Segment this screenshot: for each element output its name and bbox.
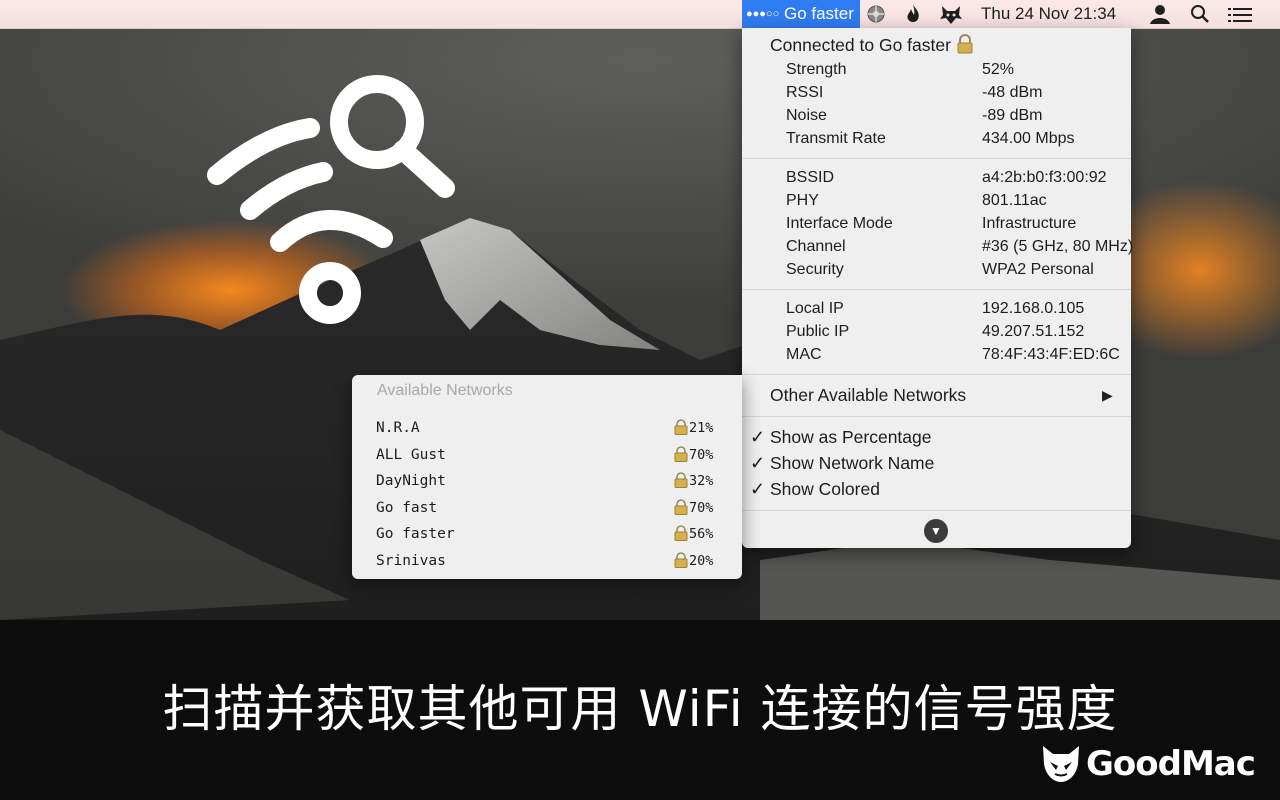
- separator: [742, 510, 1131, 511]
- info-value: -89 dBm: [982, 107, 1043, 124]
- lock-icon: [674, 525, 688, 541]
- info-label: Channel: [786, 238, 846, 255]
- network-strength: 70%: [674, 444, 713, 466]
- info-row-strength: Strength 52%: [786, 59, 1014, 81]
- option-label: Show Colored: [770, 479, 880, 499]
- info-value: WPA2 Personal: [982, 261, 1094, 278]
- info-row-noise: Noise -89 dBm: [786, 105, 1042, 127]
- lock-icon: [674, 472, 688, 488]
- info-value: 52%: [982, 61, 1015, 78]
- checkmark-icon: ✓: [750, 453, 766, 473]
- info-label: Strength: [786, 61, 847, 78]
- checkmark-icon: ✓: [750, 427, 766, 447]
- menu-bar: ●●●○○ Go faster Thu 24 Nov 21:34: [0, 0, 1280, 29]
- option-show-colored[interactable]: ✓ Show Colored: [750, 478, 880, 500]
- option-label: Show Network Name: [770, 453, 935, 473]
- info-label: Public IP: [786, 323, 850, 340]
- info-value: a4:2b:b0:f3:00:92: [982, 169, 1107, 186]
- separator: [742, 289, 1131, 290]
- submenu-title: Available Networks: [377, 382, 513, 399]
- network-strength: 56%: [674, 523, 713, 545]
- network-strength: 21%: [674, 417, 713, 439]
- signal-dots: ●●●○○: [746, 8, 780, 20]
- lock-icon: [957, 34, 973, 54]
- strength-value: 70%: [689, 447, 714, 463]
- info-value: 192.168.0.105: [982, 300, 1085, 317]
- separator: [742, 416, 1131, 417]
- strength-value: 21%: [689, 420, 714, 436]
- info-row-mac: MAC 78:4F:43:4F:ED:6C: [786, 344, 1120, 366]
- checkmark-icon: ✓: [750, 479, 766, 499]
- info-row-public-ip: Public IP 49.207.51.152: [786, 321, 1084, 343]
- info-row-bssid: BSSID a4:2b:b0:f3:00:92: [786, 167, 1107, 189]
- wifi-search-app-icon: [207, 75, 455, 324]
- lock-icon: [674, 419, 688, 435]
- connected-header: Connected to Go faster: [770, 34, 975, 56]
- user-icon[interactable]: [1150, 4, 1170, 24]
- strength-value: 32%: [689, 473, 714, 489]
- wifi-dropdown-menu: Connected to Go faster Strength 52% RSSI -…: [742, 28, 1133, 548]
- wifi-status-menu[interactable]: ●●●○○ Go faster: [742, 0, 860, 28]
- info-row-interface-mode: Interface Mode Infrastructure: [786, 213, 1076, 235]
- wheel-icon[interactable]: [866, 4, 886, 24]
- brand-name: GoodMac: [1086, 744, 1256, 784]
- option-show-network-name[interactable]: ✓ Show Network Name: [750, 452, 934, 474]
- info-label: Interface Mode: [786, 215, 893, 232]
- network-name[interactable]: DayNight: [376, 470, 446, 492]
- cat-icon[interactable]: [940, 3, 962, 25]
- network-name[interactable]: Go faster: [376, 523, 455, 545]
- expand-chevron-down-icon[interactable]: ▼: [924, 519, 948, 543]
- info-row-security: Security WPA2 Personal: [786, 259, 1094, 281]
- info-label: MAC: [786, 346, 822, 363]
- info-value: 49.207.51.152: [982, 323, 1085, 340]
- option-label: Show as Percentage: [770, 427, 932, 447]
- info-value: -48 dBm: [982, 84, 1043, 101]
- strength-value: 56%: [689, 526, 714, 542]
- info-value: 78:4F:43:4F:ED:6C: [982, 346, 1120, 363]
- info-label: RSSI: [786, 84, 824, 101]
- info-value: Infrastructure: [982, 215, 1077, 232]
- info-value: 434.00 Mbps: [982, 130, 1075, 147]
- strength-value: 20%: [689, 553, 714, 569]
- option-show-as-percentage[interactable]: ✓ Show as Percentage: [750, 426, 932, 448]
- promo-caption: 扫描并获取其他可用 WiFi 连接的信号强度: [162, 680, 1118, 738]
- info-label: Transmit Rate: [786, 130, 886, 147]
- info-value: #36 (5 GHz, 80 MHz): [982, 238, 1134, 255]
- network-strength: 20%: [674, 550, 713, 572]
- strength-value: 70%: [689, 500, 714, 516]
- other-available-networks-item[interactable]: Other Available Networks: [770, 384, 966, 406]
- search-icon[interactable]: [1190, 4, 1210, 24]
- network-name[interactable]: Srinivas: [376, 550, 446, 572]
- network-name[interactable]: N.R.A: [376, 417, 420, 439]
- info-label: BSSID: [786, 169, 835, 186]
- info-row-rssi: RSSI -48 dBm: [786, 82, 1042, 104]
- info-label: Security: [786, 261, 844, 278]
- submenu-arrow-icon: ▶: [1102, 387, 1113, 403]
- lock-icon: [674, 552, 688, 568]
- network-strength: 32%: [674, 470, 713, 492]
- info-label: PHY: [786, 192, 819, 209]
- network-name[interactable]: Go fast: [376, 497, 437, 519]
- network-name[interactable]: ALL Gust: [376, 444, 446, 466]
- list-icon[interactable]: [1228, 5, 1252, 23]
- flame-icon[interactable]: [904, 4, 922, 24]
- info-label: Local IP: [786, 300, 844, 317]
- info-row-local-ip: Local IP 192.168.0.105: [786, 298, 1084, 320]
- goodmac-logo-icon: [1043, 746, 1079, 782]
- separator: [742, 158, 1131, 159]
- clock-datetime[interactable]: Thu 24 Nov 21:34: [981, 0, 1116, 28]
- info-row-phy: PHY 801.11ac: [786, 190, 1047, 212]
- connected-label: Connected to Go faster: [770, 35, 951, 55]
- separator: [742, 374, 1131, 375]
- info-row-channel: Channel #36 (5 GHz, 80 MHz): [786, 236, 1133, 258]
- lock-icon: [674, 446, 688, 462]
- lock-icon: [674, 499, 688, 515]
- wifi-network-name: Go faster: [783, 4, 854, 23]
- info-value: 801.11ac: [982, 192, 1047, 209]
- info-row-transmit-rate: Transmit Rate 434.00 Mbps: [786, 128, 1075, 150]
- available-networks-submenu: Available Networks N.R.A 21% ALL Gust 70…: [352, 375, 742, 579]
- info-label: Noise: [786, 107, 827, 124]
- network-strength: 70%: [674, 497, 713, 519]
